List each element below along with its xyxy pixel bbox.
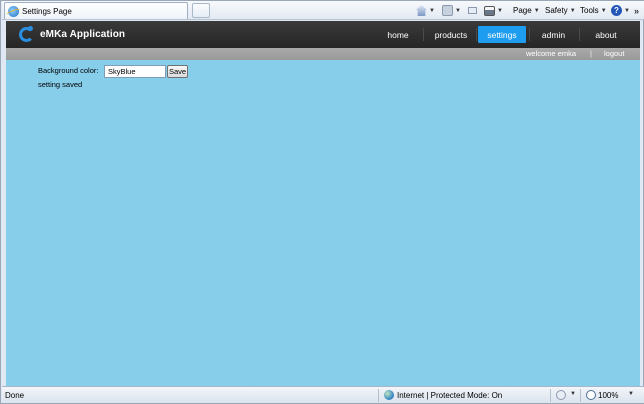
app-logo-icon <box>19 26 34 42</box>
nav-divider <box>476 28 477 41</box>
chevron-down-icon[interactable]: ▼ <box>570 391 576 397</box>
double-chevron-icon: » <box>634 5 640 16</box>
background-color-label: Background color: <box>38 66 99 75</box>
home-button[interactable]: ▼ <box>416 3 438 18</box>
feeds-button[interactable]: ▼ <box>442 3 464 18</box>
browser-toolbar: Settings Page ▼ ▼ ▼ Page ▼ Safety ▼ Tool… <box>2 1 644 20</box>
tools-menu-label: Tools <box>580 6 599 15</box>
status-divider <box>550 389 551 402</box>
zoom-level[interactable]: 100% <box>598 391 618 400</box>
chevron-down-icon: ▼ <box>600 7 607 14</box>
read-mail-icon <box>468 7 477 14</box>
print-button[interactable]: ▼ <box>484 3 506 18</box>
status-divider <box>580 389 581 402</box>
help-button[interactable]: ? ▼ <box>611 3 633 18</box>
ie-favicon-icon <box>8 5 19 17</box>
read-mail-button[interactable] <box>468 3 477 18</box>
nav-products[interactable]: products <box>427 26 475 43</box>
nav-admin[interactable]: admin <box>532 26 575 43</box>
status-divider <box>378 389 379 402</box>
security-zone-text[interactable]: Internet | Protected Mode: On <box>397 391 502 400</box>
more-tools-button[interactable]: » <box>634 3 639 18</box>
internet-zone-icon <box>384 390 394 400</box>
welcome-text: welcome emka <box>526 49 577 58</box>
chevron-down-icon: ▼ <box>497 7 503 14</box>
tools-menu[interactable]: Tools ▼ <box>580 3 610 18</box>
browser-tab[interactable]: Settings Page <box>4 2 188 19</box>
nav-about[interactable]: about <box>586 26 626 43</box>
protected-settings-icon[interactable] <box>556 390 566 400</box>
settings-content: Background color: Save setting saved <box>6 60 640 386</box>
status-message: setting saved <box>38 80 83 89</box>
logout-link[interactable]: logout <box>604 49 624 58</box>
nav-divider <box>423 28 424 41</box>
nav-home[interactable]: home <box>377 26 419 43</box>
app-title: eMKa Application <box>40 29 126 40</box>
nav-divider <box>529 28 530 41</box>
safety-menu[interactable]: Safety ▼ <box>545 3 579 18</box>
home-icon <box>416 5 427 16</box>
nav-settings[interactable]: settings <box>478 26 526 43</box>
page-menu[interactable]: Page ▼ <box>513 3 543 18</box>
nav-divider <box>579 28 580 41</box>
background-color-input[interactable] <box>104 65 166 78</box>
zoom-icon[interactable] <box>586 390 596 400</box>
chevron-down-icon: ▼ <box>455 7 461 14</box>
print-icon <box>484 5 495 16</box>
chevron-down-icon: ▼ <box>624 7 630 14</box>
browser-window: Settings Page ▼ ▼ ▼ Page ▼ Safety ▼ Tool… <box>0 0 644 404</box>
chevron-down-icon: ▼ <box>429 7 435 14</box>
app-header: eMKa Application home products settings … <box>6 21 640 48</box>
page-menu-label: Page <box>513 6 532 15</box>
help-icon: ? <box>611 5 622 16</box>
user-bar: welcome emka | logout <box>6 48 640 60</box>
chevron-down-icon: ▼ <box>569 7 576 14</box>
chevron-down-icon: ▼ <box>533 7 540 14</box>
feeds-icon <box>442 5 453 16</box>
separator: | <box>590 49 592 58</box>
chevron-down-icon[interactable]: ▼ <box>628 391 634 397</box>
safety-menu-label: Safety <box>545 6 568 15</box>
new-tab-button[interactable] <box>192 3 210 18</box>
save-button[interactable]: Save <box>167 65 188 78</box>
status-text: Done <box>5 391 25 400</box>
tab-title: Settings Page <box>22 6 72 16</box>
browser-status-bar: Done Internet | Protected Mode: On ▼ 100… <box>2 386 644 403</box>
